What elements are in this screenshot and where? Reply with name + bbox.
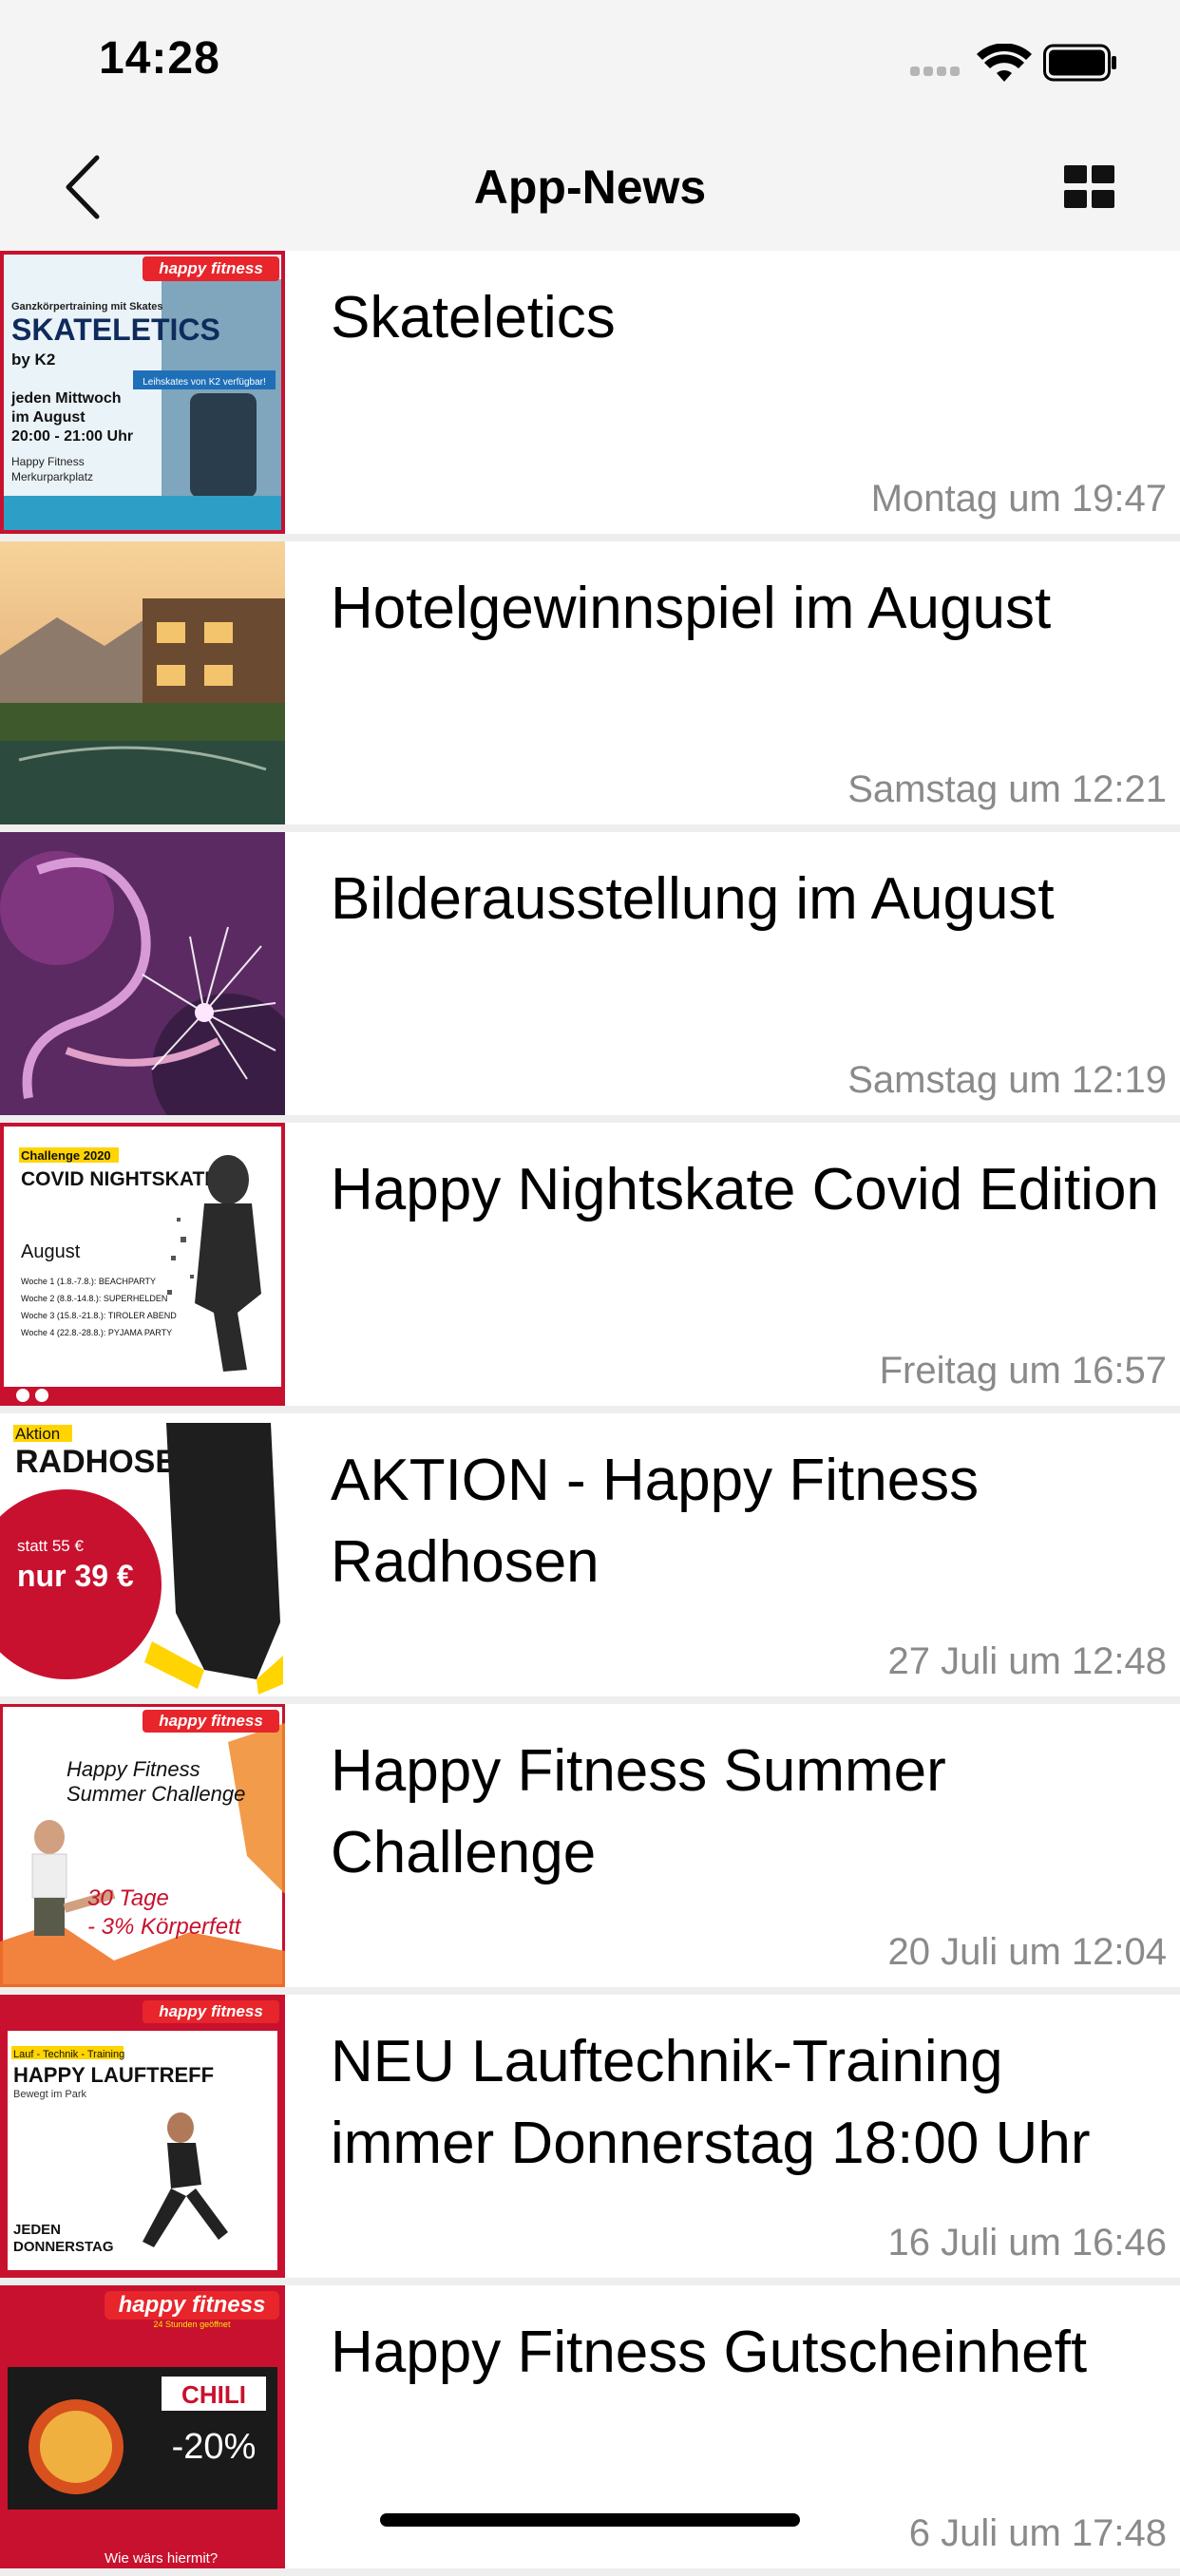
thumb-partner: CHILI — [181, 2380, 246, 2409]
news-timestamp: 16 Juli um 16:46 — [887, 2222, 1167, 2263]
thumb-headline: SKATELETICS — [11, 313, 220, 347]
thumb-kicker: Ganzkörpertraining mit Skates — [11, 301, 163, 313]
thumb-kicker: Aktion — [15, 1425, 60, 1443]
home-indicator[interactable] — [380, 2513, 800, 2527]
navigation-bar: App-News — [0, 123, 1180, 252]
thumb-place: Happy Fitness — [11, 455, 85, 468]
page-title: App-News — [473, 161, 707, 214]
grid-icon[interactable] — [1064, 165, 1115, 209]
thumb-week: Woche 4 (22.8.-28.8.): PYJAMA PARTY — [21, 1328, 172, 1337]
news-item[interactable]: happy fitness Ganzkörpertraining mit Ska… — [0, 251, 1180, 541]
thumb-headline: HAPPY LAUFTREFF — [13, 2063, 214, 2087]
news-title: Hotelgewinnspiel im August — [331, 576, 1052, 641]
thumb-days: 30 Tage — [87, 1885, 169, 1911]
news-timestamp: Freitag um 16:57 — [879, 1350, 1167, 1392]
thumb-by: by K2 — [11, 350, 55, 369]
thumb-month: August — [21, 1241, 81, 1262]
thumb-banner: Leihskates von K2 verfügbar! — [143, 377, 266, 388]
news-title: NEU Lauftechnik-Training immer Donnersta… — [331, 2029, 1091, 2176]
thumb-footer: JEDEN — [13, 2222, 61, 2238]
news-timestamp: Montag um 19:47 — [870, 478, 1167, 520]
news-item[interactable]: Challenge 2020 COVID NIGHTSKATE August W… — [0, 1123, 1180, 1413]
thumb-brand: happy fitness — [159, 2002, 263, 2020]
news-thumbnail: happy fitness Lauf - Technik - Training … — [0, 1995, 285, 2278]
thumb-brand-sub: 24 Stunden geöffnet — [154, 2320, 231, 2329]
thumb-line: jeden Mittwoch — [10, 390, 122, 407]
news-item[interactable]: Aktion RADHOSEN statt 55 € nur 39 € AKTI… — [0, 1413, 1180, 1704]
news-item[interactable]: happy fitness 24 Stunden geöffnet CHILI … — [0, 2285, 1180, 2576]
news-title: Skateletics — [331, 285, 616, 350]
news-thumbnail — [0, 541, 285, 824]
news-title: AKTION - Happy Fitness Radhosen — [331, 1448, 980, 1595]
thumb-week: Woche 3 (15.8.-21.8.): TIROLER ABEND — [21, 1311, 177, 1320]
thumb-new-price: nur 39 € — [17, 1559, 134, 1593]
news-thumbnail: Challenge 2020 COVID NIGHTSKATE August W… — [0, 1123, 285, 1406]
thumb-brand: happy fitness — [159, 259, 263, 277]
news-list: happy fitness Ganzkörpertraining mit Ska… — [0, 251, 1180, 2576]
news-thumbnail: happy fitness 24 Stunden geöffnet CHILI … — [0, 2285, 285, 2568]
news-item[interactable]: Bilderausstellung im August Samstag um 1… — [0, 832, 1180, 1123]
thumb-footer: DONNERSTAG — [13, 2239, 114, 2255]
thumb-line: 20:00 - 21:00 Uhr — [11, 428, 133, 445]
news-title: Happy Nightskate Covid Edition — [331, 1157, 1159, 1222]
thumb-discount: -20% — [172, 2427, 257, 2467]
news-item[interactable]: Hotelgewinnspiel im August Samstag um 12… — [0, 541, 1180, 832]
news-thumbnail: Aktion RADHOSEN statt 55 € nur 39 € — [0, 1413, 285, 1696]
thumb-headline: COVID NIGHTSKATE — [21, 1168, 218, 1190]
news-timestamp: 27 Juli um 12:48 — [887, 1640, 1167, 1682]
news-item[interactable]: happy fitness Happy Fitness Summer Chall… — [0, 1704, 1180, 1995]
status-bar: 14:28 — [0, 0, 1180, 123]
news-timestamp: Samstag um 12:21 — [847, 768, 1167, 810]
thumb-sub: Bewegt im Park — [13, 2089, 87, 2100]
thumb-script: Summer Challenge — [67, 1782, 245, 1806]
thumb-week: Woche 1 (1.8.-7.8.): BEACHPARTY — [21, 1277, 156, 1286]
news-thumbnail — [0, 832, 285, 1115]
thumb-script: Happy Fitness — [67, 1757, 200, 1781]
thumb-kicker: Lauf - Technik - Training — [13, 2049, 124, 2060]
thumb-week: Woche 2 (8.8.-14.8.): SUPERHELDEN — [21, 1294, 167, 1303]
news-timestamp: 6 Juli um 17:48 — [908, 2512, 1167, 2554]
thumb-place: Merkurparkplatz — [11, 470, 93, 483]
news-timestamp: 20 Juli um 12:04 — [887, 1931, 1167, 1973]
battery-icon — [1043, 44, 1116, 82]
thumb-old-price: statt 55 € — [17, 1537, 84, 1555]
news-thumbnail: happy fitness Happy Fitness Summer Chall… — [0, 1704, 285, 1987]
thumb-brand: happy fitness — [159, 1712, 263, 1730]
status-time: 14:28 — [99, 33, 220, 84]
thumb-kicker: Challenge 2020 — [21, 1148, 111, 1163]
thumb-fat: - 3% Körperfett — [87, 1914, 242, 1940]
news-title: Bilderausstellung im August — [331, 866, 1055, 932]
cellular-signal-icon — [910, 59, 967, 78]
thumb-brand: happy fitness — [119, 2292, 266, 2318]
wifi-icon — [977, 44, 1032, 82]
thumb-line: im August — [11, 409, 86, 426]
news-title: Happy Fitness Summer Challenge — [331, 1738, 946, 1885]
news-timestamp: Samstag um 12:19 — [847, 1059, 1167, 1101]
news-title: Happy Fitness Gutscheinheft — [331, 2320, 1088, 2385]
news-item[interactable]: happy fitness Lauf - Technik - Training … — [0, 1995, 1180, 2285]
news-thumbnail: happy fitness Ganzkörpertraining mit Ska… — [0, 251, 285, 534]
